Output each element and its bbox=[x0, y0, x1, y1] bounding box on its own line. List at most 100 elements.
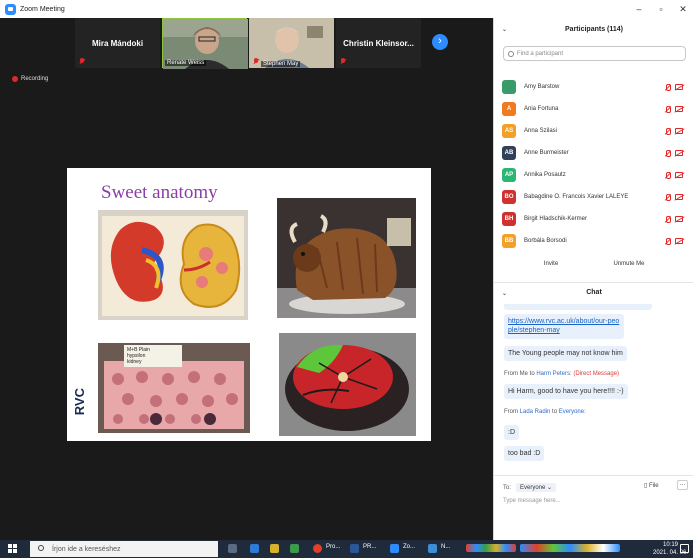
shared-slide: Sweet anatomy M+B Plain hypsilon kidney … bbox=[67, 168, 431, 441]
participant-name: Renate Weiss bbox=[165, 60, 207, 66]
kidney-cake-photo bbox=[98, 210, 248, 320]
chat-input[interactable]: Type message here... bbox=[503, 498, 561, 504]
participant-row[interactable]: AB Anne Burmeister bbox=[494, 142, 693, 164]
participant-name: Amy Barstow bbox=[524, 84, 560, 90]
taskbar-search-input[interactable]: Írjon ide a kereséshez bbox=[30, 541, 218, 557]
rvc-logo: RVC bbox=[72, 388, 87, 416]
close-button[interactable]: ✕ bbox=[670, 0, 693, 18]
video-off-icon[interactable] bbox=[675, 172, 683, 178]
video-off-icon[interactable] bbox=[675, 106, 683, 112]
muted-mic-icon[interactable] bbox=[665, 127, 671, 135]
participant-name: Mira Mándoki bbox=[91, 38, 144, 48]
chrome-icon[interactable] bbox=[313, 544, 322, 553]
participant-row[interactable]: AP Annika Posautz bbox=[494, 164, 693, 186]
muted-mic-icon[interactable] bbox=[665, 149, 671, 157]
search-icon bbox=[38, 545, 44, 551]
muted-mic-icon[interactable] bbox=[665, 215, 671, 223]
video-off-icon[interactable] bbox=[675, 128, 683, 134]
avatar: BB bbox=[502, 234, 516, 248]
muted-mic-icon bbox=[340, 58, 346, 65]
word-doc-icon[interactable] bbox=[350, 544, 359, 553]
side-panel: ⌄ Participants (114) Find a participant … bbox=[493, 18, 693, 540]
avatar bbox=[502, 80, 516, 94]
muted-mic-icon[interactable] bbox=[665, 193, 671, 201]
chat-link[interactable]: https://www.rvc.ac.uk/about/our-people/s… bbox=[508, 318, 619, 334]
eye-cake-photo bbox=[279, 333, 416, 436]
participant-name: Anne Burmeister bbox=[524, 150, 569, 156]
participant-row[interactable]: A Ania Fortuna bbox=[494, 98, 693, 120]
participant-row[interactable]: BO Babagdine O. Francois Xavier LALEYE bbox=[494, 186, 693, 208]
chat-sender-line: From Lada Radin to Everyone: bbox=[504, 409, 586, 415]
system-tray-icons[interactable] bbox=[466, 544, 516, 552]
muted-mic-icon bbox=[253, 58, 259, 65]
video-tile-mira[interactable]: Mira Mándoki bbox=[75, 18, 160, 68]
video-tile-renate[interactable]: Renate Weiss bbox=[162, 18, 248, 69]
avatar: AS bbox=[502, 124, 516, 138]
participant-row[interactable]: BB Borbála Borsodi bbox=[494, 230, 693, 252]
file-explorer-icon[interactable] bbox=[270, 544, 279, 553]
muted-mic-icon[interactable] bbox=[665, 105, 671, 113]
recording-label: Recording bbox=[21, 76, 49, 82]
file-button[interactable]: ▯ File bbox=[644, 482, 659, 489]
participant-row[interactable]: Amy Barstow bbox=[494, 76, 693, 98]
invite-button[interactable]: Invite bbox=[536, 256, 566, 271]
title-bar: Zoom Meeting bbox=[0, 0, 693, 18]
video-off-icon[interactable] bbox=[675, 84, 683, 90]
recording-indicator: Recording bbox=[12, 76, 48, 82]
video-off-icon[interactable] bbox=[675, 238, 683, 244]
more-options-button[interactable]: ... bbox=[677, 480, 688, 490]
participant-row[interactable]: BH Birgit Hladschik-Kermer bbox=[494, 208, 693, 230]
collapse-chevron-icon[interactable]: ⌄ bbox=[502, 290, 508, 297]
chat-message: The Young people may not know him bbox=[504, 346, 627, 362]
participant-search-input[interactable]: Find a participant bbox=[503, 46, 686, 61]
notification-area-icons[interactable] bbox=[520, 544, 620, 552]
action-center-icon[interactable] bbox=[680, 544, 689, 553]
collapse-chevron-icon[interactable]: ⌄ bbox=[502, 26, 508, 33]
muted-mic-icon bbox=[79, 58, 85, 65]
taskbar-app-label[interactable]: Pro... bbox=[326, 544, 340, 550]
word-icon[interactable] bbox=[250, 544, 259, 553]
participant-name: Birgit Hladschik-Kermer bbox=[524, 216, 588, 222]
video-off-icon[interactable] bbox=[675, 194, 683, 200]
muted-mic-icon[interactable] bbox=[665, 237, 671, 245]
participant-name: Annika Posautz bbox=[524, 172, 566, 178]
video-off-icon[interactable] bbox=[675, 150, 683, 156]
zoom-taskbar-icon[interactable] bbox=[390, 544, 399, 553]
chat-title: Chat bbox=[586, 289, 602, 296]
zoom-logo-icon bbox=[5, 3, 16, 15]
slide-title: Sweet anatomy bbox=[101, 182, 218, 203]
participant-name: Ania Fortuna bbox=[524, 106, 559, 112]
participant-row[interactable]: AS Anna Szilasi bbox=[494, 120, 693, 142]
video-off-icon[interactable] bbox=[675, 216, 683, 222]
participant-name: Borbála Borsodi bbox=[524, 238, 567, 244]
participant-name: Christin Kleinsor... bbox=[343, 38, 414, 48]
chat-composer: To: Everyone ⌄ ▯ File ... Type message h… bbox=[494, 475, 693, 540]
plate-label: M+B Plain hypsilon kidney bbox=[127, 347, 150, 365]
avatar: AP bbox=[502, 168, 516, 182]
recipient-select[interactable]: Everyone ⌄ bbox=[516, 483, 557, 492]
video-tile-stephen[interactable]: Stephen May bbox=[249, 18, 334, 68]
chat-message: :D bbox=[504, 425, 519, 441]
chat-message: too bad :D bbox=[504, 446, 545, 462]
muted-mic-icon[interactable] bbox=[665, 83, 671, 91]
chat-message: Hi Harm, good to have you here!!!! :-) bbox=[504, 384, 628, 400]
avatar: BH bbox=[502, 212, 516, 226]
participants-title: Participants (114) bbox=[565, 25, 623, 33]
unmute-me-button[interactable]: Unmute Me bbox=[606, 256, 652, 271]
next-page-icon[interactable]: › bbox=[432, 34, 448, 50]
chat-bubble-partial bbox=[504, 304, 652, 310]
windows-taskbar: Írjon ide a kereséshez Pro... PR... Zo..… bbox=[0, 540, 693, 558]
app-icon[interactable] bbox=[428, 544, 437, 553]
windows-start-icon[interactable] bbox=[8, 544, 18, 554]
taskbar-app-label[interactable]: PR... bbox=[363, 544, 376, 550]
task-view-icon[interactable] bbox=[228, 544, 237, 553]
taskbar-app-label[interactable]: N... bbox=[441, 544, 450, 550]
video-tile-christin[interactable]: Christin Kleinsor... bbox=[336, 18, 421, 68]
window-title: Zoom Meeting bbox=[20, 5, 65, 13]
taskbar-app-label[interactable]: Zo... bbox=[403, 544, 415, 550]
recording-dot-icon bbox=[12, 76, 18, 82]
muted-mic-icon[interactable] bbox=[665, 171, 671, 179]
avatar: AB bbox=[502, 146, 516, 160]
store-icon[interactable] bbox=[290, 544, 299, 553]
participant-name: Anna Szilasi bbox=[524, 128, 558, 134]
